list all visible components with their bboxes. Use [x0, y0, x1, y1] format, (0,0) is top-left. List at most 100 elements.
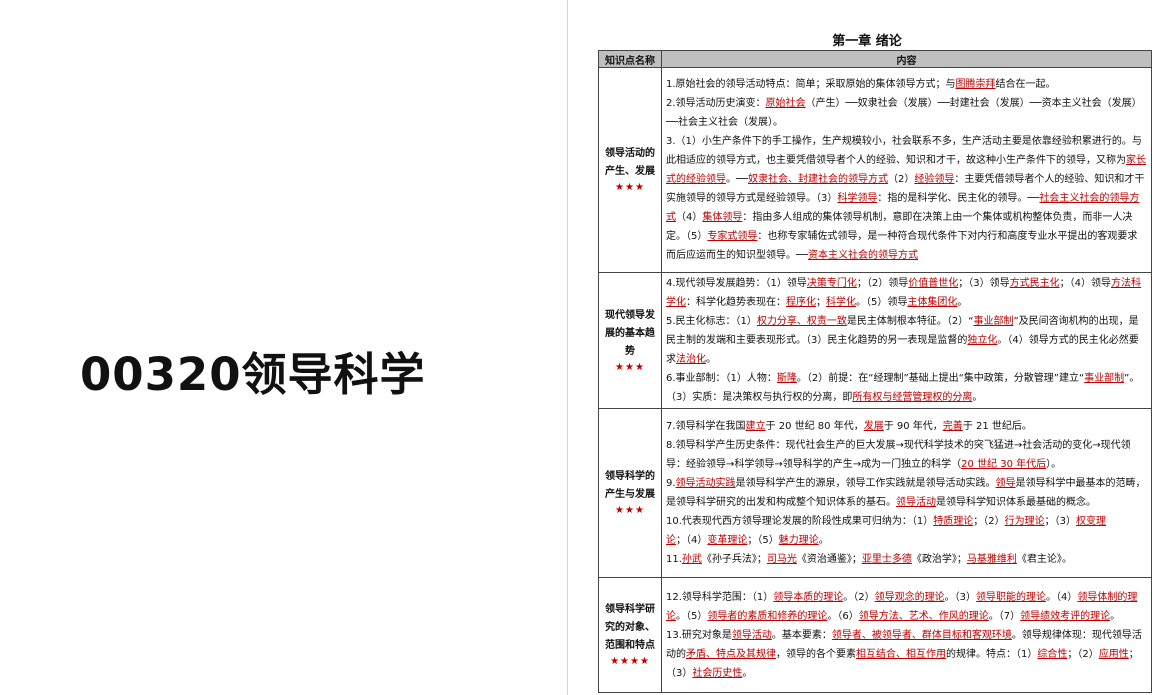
item-text: 2.领导活动历史演变： — [666, 98, 766, 109]
cover-page: 00320领导科学 — [0, 0, 567, 695]
content-item: 7.领导科学在我国建立于 20 世纪 80 年代，发展于 90 年代，完善于 2… — [666, 417, 1147, 436]
content-item: 3.（1）小生产条件下的手工操作，生产规模较小，社会联系不多，生产活动主要是依靠… — [666, 132, 1147, 265]
item-text: ：指的是科学化、民主化的领导。── — [877, 193, 1040, 204]
item-text: ，领导的各个要素 — [776, 648, 856, 660]
key-term: 社会历史性 — [692, 667, 743, 679]
content-page: 第一章 绪论 知识点名称 内容 领导活动的产生、发展 ★★★ 1.原始社会的领导… — [568, 0, 1166, 695]
item-text: 。（5）领导 — [856, 297, 908, 308]
key-term: 司马光 — [766, 554, 797, 565]
content-item: 6.事业部制：（1）人物：斯隆。（2）前提：在“经理制”基础上提出“集中政策，分… — [666, 369, 1147, 407]
topic-name: 领导科学的产生与发展 — [605, 471, 655, 500]
content-item: 2.领导活动历史演变：原始社会（产生）──奴隶社会（发展）──封建社会（发展）─… — [666, 94, 1147, 132]
content-item: 13.研究对象是领导活动。基本要素：领导者、被领导者、群体目标和客观环境。领导规… — [666, 626, 1147, 683]
key-term: 方式民主化 — [1009, 278, 1060, 289]
key-term: 应用性 — [1098, 648, 1129, 660]
item-text: 。 — [957, 297, 968, 308]
key-term: 领导者、被领导者、群体目标和客观环境 — [831, 629, 1012, 641]
item-text: 6.事业部制：（1）人物： — [666, 373, 777, 384]
topic-name: 领导科学研究的对象、范围和特点 — [605, 604, 655, 651]
item-text: 10.代表现代西方领导理论发展的阶段性成果可归纳为：（1） — [666, 516, 934, 527]
key-term: 领导职能的理论 — [976, 591, 1047, 603]
item-text: 《孙子兵法》； — [701, 554, 767, 565]
key-term: 科学化 — [826, 297, 856, 308]
item-text: 11. — [666, 554, 682, 565]
content-item: 10.代表现代西方领导理论发展的阶段性成果可归纳为：（1）特质理论；（2）行为理… — [666, 512, 1147, 550]
item-text: 。── — [726, 174, 749, 185]
content-cell: 4.现代领导发展趋势：（1）领导决策专门化；（2）领导价值普世化；（3）领导方式… — [661, 272, 1152, 409]
item-text: ；（4） — [676, 535, 708, 546]
key-term: 矛盾、特点及其规律 — [686, 648, 776, 660]
item-text: 。（7） — [988, 610, 1021, 622]
key-term: 科学领导 — [837, 193, 878, 204]
key-term: 亚里士多德 — [861, 554, 912, 565]
importance-stars: ★★★ — [615, 361, 645, 373]
key-term: 决策专门化 — [806, 278, 857, 289]
item-text: 是领导科学产生的源泉，领导工作实践就是领导活动实践。 — [735, 478, 996, 489]
item-text: 。 — [1110, 610, 1121, 622]
item-text: ； — [816, 297, 826, 308]
key-term: 领导本质的理论 — [773, 591, 844, 603]
item-text: 是领导科学知识体系最基础的概念。 — [936, 497, 1096, 508]
header-content: 内容 — [661, 50, 1152, 68]
content-item: 4.现代领导发展趋势：（1）领导决策专门化；（2）领导价值普世化；（3）领导方式… — [666, 274, 1147, 312]
table-row: 现代领导发展的基本趋势 ★★★ 4.现代领导发展趋势：（1）领导决策专门化；（2… — [598, 272, 1152, 409]
key-term: 价值普世化 — [908, 278, 959, 289]
key-term: 程序化 — [786, 297, 816, 308]
table-row: 领导活动的产生、发展 ★★★ 1.原始社会的领导活动特点：简单；采取原始的集体领… — [598, 67, 1152, 273]
item-text: 12.领导科学范围：（1） — [666, 591, 774, 603]
item-text: 结合在一起。 — [995, 79, 1056, 90]
key-term: 事业部制 — [973, 316, 1014, 327]
knowledge-table: 知识点名称 内容 领导活动的产生、发展 ★★★ 1.原始社会的领导活动特点：简单… — [598, 50, 1152, 693]
content-cell: 7.领导科学在我国建立于 20 世纪 80 年代，发展于 90 年代，完善于 2… — [661, 408, 1152, 578]
table-header-row: 知识点名称 内容 — [598, 50, 1152, 68]
key-term: 孙武 — [681, 554, 702, 565]
item-text: 《政治学》； — [911, 554, 967, 565]
key-term: 原始社会 — [765, 98, 806, 109]
key-term: 经验领导 — [914, 174, 955, 185]
topic-cell: 领导活动的产生、发展 ★★★ — [598, 67, 662, 273]
item-text: 于 20 世纪 80 年代， — [765, 421, 864, 432]
key-term: 魅力理论 — [778, 535, 819, 546]
item-text: ；（2） — [973, 516, 1005, 527]
content-cell: 12.领导科学范围：（1）领导本质的理论。（2）领导观念的理论。（3）领导职能的… — [661, 577, 1152, 693]
item-text: 。 — [818, 535, 829, 546]
key-term: 马基雅维利 — [966, 554, 1017, 565]
item-text: 。（6） — [827, 610, 859, 622]
topic-cell: 领导科学研究的对象、范围和特点 ★★★★ — [598, 577, 662, 693]
key-term: 领导活动 — [731, 629, 772, 641]
item-text: ；（5） — [747, 535, 779, 546]
item-text: 。（2）前提：在“经理制”基础上提出“集中政策，分散管理”建立“ — [796, 373, 1085, 384]
item-text: 。基本要素： — [771, 629, 832, 641]
item-text: 9. — [666, 478, 676, 489]
key-term: 资本主义社会的领导方式 — [808, 250, 919, 261]
content-item: 1.原始社会的领导活动特点：简单；采取原始的集体领导方式；与图腾崇拜结合在一起。 — [666, 75, 1147, 94]
content-item: 8.领导科学产生历史条件：现代社会生产的巨大发展→现代科学技术的突飞猛进→社会活… — [666, 436, 1147, 474]
key-term: 图腾崇拜 — [955, 79, 996, 90]
item-text: 是民主体制根本特征。（2）“ — [846, 316, 974, 327]
item-text: 《君主论》。 — [1016, 554, 1072, 565]
header-name: 知识点名称 — [598, 50, 662, 68]
key-term: 领导绩效考评的理论 — [1020, 610, 1111, 622]
item-text: 于 21 世纪后。 — [962, 421, 1032, 432]
item-text: 于 90 年代， — [883, 421, 943, 432]
table-row: 领导科学研究的对象、范围和特点 ★★★★ 12.领导科学范围：（1）领导本质的理… — [598, 577, 1152, 693]
chapter-title: 第一章 绪论 — [832, 34, 902, 49]
topic-name: 领导活动的产生、发展 — [605, 148, 655, 177]
content-item: 5.民主化标志：（1）权力分享、权责一致是民主体制根本特征。（2）“事业部制”及… — [666, 312, 1147, 369]
key-term: 领导者的素质和修养的理论 — [707, 610, 828, 622]
item-text: 。（4） — [1046, 591, 1078, 603]
item-text: 13.研究对象是 — [666, 629, 732, 641]
item-text: 。 — [706, 354, 716, 365]
item-text: ；（3） — [1044, 516, 1077, 527]
key-term: 相互结合、相互作用 — [856, 648, 946, 660]
key-term: 完善 — [942, 421, 963, 432]
key-term: 斯隆 — [776, 373, 797, 384]
item-text: 5.民主化标志：（1） — [666, 316, 757, 327]
item-text: 。（3） — [944, 591, 977, 603]
item-text: 的规律。特点：（1） — [946, 648, 1038, 660]
item-text: 。（5） — [676, 610, 708, 622]
topic-cell: 领导科学的产生与发展 ★★★ — [598, 408, 662, 578]
item-text: 。 — [972, 392, 983, 403]
item-text: ：科学化趋势表现在： — [686, 297, 786, 308]
item-text: 1.原始社会的领导活动特点：简单；采取原始的集体领导方式；与 — [666, 79, 956, 90]
